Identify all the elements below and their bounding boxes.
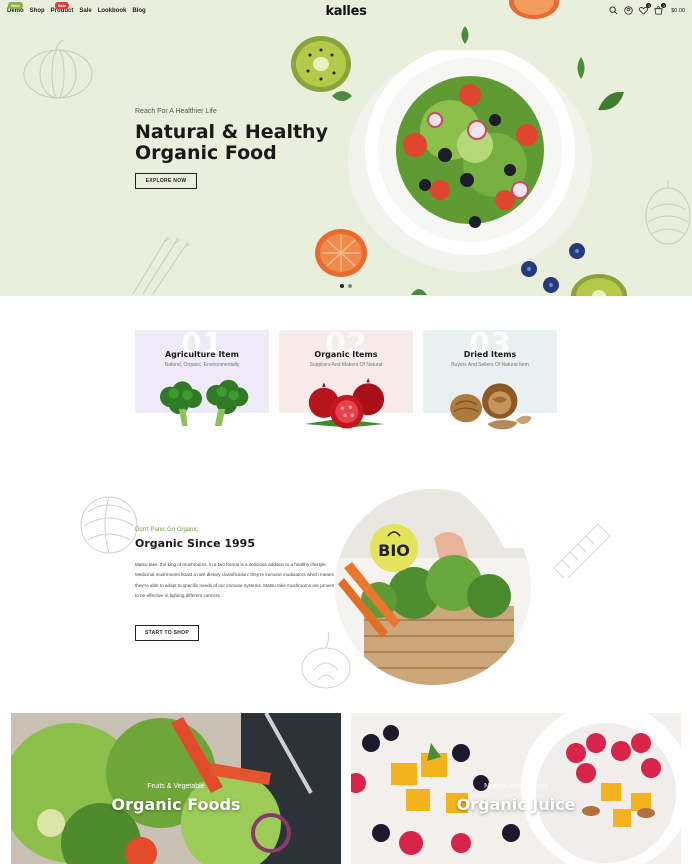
salad-bowl-image xyxy=(348,50,592,272)
about-body: Matsu take, the king of mushrooms, in a … xyxy=(135,562,335,598)
category-card-dried[interactable]: 03 Dried Items Buyers And Sellers Of Nat… xyxy=(423,327,557,430)
leaf-icon xyxy=(598,91,624,111)
banner-organic-juice[interactable]: Newest Arrival Items Organic Juice xyxy=(351,713,681,864)
site-logo[interactable]: kalles xyxy=(325,4,366,19)
nav-item-label: Blog xyxy=(132,8,146,14)
nav-item-blog[interactable]: Blog xyxy=(132,8,145,14)
corn-sketch-icon xyxy=(553,523,611,578)
category-card-agriculture[interactable]: 01 Agriculture Item Natural, Organic, En… xyxy=(135,327,269,426)
wishlist-count: 0 xyxy=(646,3,652,8)
blueberry-icon xyxy=(569,243,585,259)
slider-dot-1[interactable] xyxy=(340,284,344,288)
banner-subtitle: Fruits & Vegetable xyxy=(147,783,205,790)
category-subtitle: Suppliers And Makers Of Natural xyxy=(309,362,383,368)
about-title: Organic Since 1995 xyxy=(135,537,255,550)
kiwi-slice-icon xyxy=(291,36,351,92)
header-actions: 0 0 $0.00 xyxy=(609,3,685,15)
walnut-image xyxy=(450,383,532,430)
bio-label: BIO xyxy=(378,541,410,560)
category-card-organic[interactable]: 02 Organic Items Suppliers And Makers Of… xyxy=(279,327,413,429)
nav-item-label: Sale xyxy=(79,8,92,14)
slider-dots xyxy=(340,284,352,288)
about-eyebrow: Don't Panic Go Organic xyxy=(135,527,198,533)
nav-item-demo[interactable]: New Demo xyxy=(7,2,24,14)
nav-item-label: Lookbook xyxy=(97,8,127,14)
leaf-icon xyxy=(461,26,469,44)
banner-title: Organic Juice xyxy=(456,795,576,814)
site-header: New Demo Shop Sale Product Sale Lookbook B… xyxy=(0,0,692,24)
cart-count: 0 xyxy=(661,3,667,8)
leaf-icon xyxy=(332,91,352,101)
cabbage-sketch-icon xyxy=(80,496,138,554)
blueberry-icon xyxy=(543,277,559,293)
banner-organic-foods[interactable]: Fruits & Vegetable Organic Foods xyxy=(11,713,341,864)
category-title: Agriculture Item xyxy=(164,350,240,359)
grapefruit-slice-icon xyxy=(315,229,367,277)
banner-title: Organic Foods xyxy=(111,795,241,814)
leaf-icon xyxy=(411,289,427,295)
blueberry-icon xyxy=(521,261,537,277)
cart-total[interactable]: $0.00 xyxy=(671,8,685,14)
nav-item-sale[interactable]: Sale xyxy=(79,8,91,14)
asparagus-sketch-icon xyxy=(132,235,191,295)
nav-item-lookbook[interactable]: Lookbook xyxy=(98,8,127,14)
nav-item-label: Shop xyxy=(29,8,45,14)
nav-item-product[interactable]: Sale Product xyxy=(51,2,73,14)
page: Reach For A Healthier Life Natural & Hea… xyxy=(0,0,692,864)
basket-of-vegetables-image: BIO xyxy=(335,489,531,685)
kiwi-slice-icon xyxy=(571,274,627,296)
hero-title: Natural & Healthy Organic Food xyxy=(135,121,328,164)
category-subtitle: Buyers And Sellers Of Natural Item xyxy=(451,362,529,368)
explore-now-button[interactable]: EXPLORE NOW xyxy=(135,173,197,189)
user-icon[interactable] xyxy=(624,6,633,15)
category-title: Organic Items xyxy=(314,350,378,359)
search-icon[interactable] xyxy=(609,6,618,15)
pomegranate-image xyxy=(304,378,385,429)
banner-subtitle: Newest Arrival Items xyxy=(484,783,548,790)
main-nav: New Demo Shop Sale Product Sale Lookbook B… xyxy=(7,2,146,14)
hero-eyebrow: Reach For A Healthier Life xyxy=(135,108,217,115)
nav-item-shop[interactable]: Shop xyxy=(30,8,45,14)
nav-badge: Sale xyxy=(54,2,70,9)
category-subtitle: Natural, Organic, Environmentally xyxy=(164,362,240,368)
hero-section: Reach For A Healthier Life Natural & Hea… xyxy=(0,0,692,296)
broccoli-image xyxy=(160,379,249,426)
slider-dot-2[interactable] xyxy=(348,284,352,288)
cart-icon[interactable]: 0 xyxy=(654,3,667,15)
category-title: Dried Items xyxy=(463,350,517,359)
nav-badge: New xyxy=(8,2,23,9)
wishlist-heart-icon[interactable]: 0 xyxy=(639,3,652,15)
pumpkin-sketch-icon xyxy=(23,39,93,99)
artichoke-sketch-icon xyxy=(645,180,691,245)
leaf-icon xyxy=(577,57,585,79)
start-to-shop-button[interactable]: START TO SHOP xyxy=(135,625,199,641)
